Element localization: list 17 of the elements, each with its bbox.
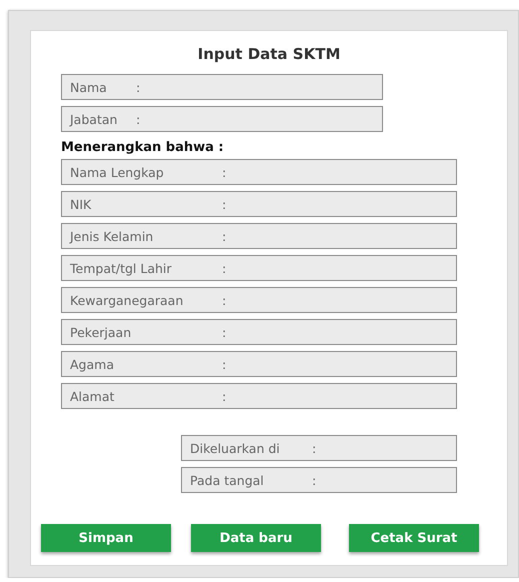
input-field[interactable]: Tempat/tgl Lahir : — [61, 255, 457, 281]
form-title: Input Data SKTM — [196, 45, 342, 65]
input-field[interactable]: Nama Lengkap : — [61, 159, 457, 185]
input-field[interactable]: Nama : — [61, 74, 383, 100]
input-field[interactable]: Pada tangal : — [181, 467, 457, 493]
input-field[interactable]: Jabatan : — [61, 106, 383, 132]
input-field[interactable]: Alamat : — [61, 383, 457, 409]
input-field[interactable]: NIK : — [61, 191, 457, 217]
input-field[interactable]: Agama : — [61, 351, 457, 377]
section-label: Menerangkan bahwa : — [61, 140, 225, 155]
save-button[interactable]: Simpan — [41, 524, 171, 552]
print-button[interactable]: Cetak Surat — [349, 524, 479, 552]
input-field[interactable]: Pekerjaan : — [61, 319, 457, 345]
input-field[interactable]: Jenis Kelamin : — [61, 223, 457, 249]
new-data-button[interactable]: Data baru — [191, 524, 321, 552]
input-field[interactable]: Kewarganegaraan : — [61, 287, 457, 313]
input-field[interactable]: Dikeluarkan di : — [181, 435, 457, 461]
